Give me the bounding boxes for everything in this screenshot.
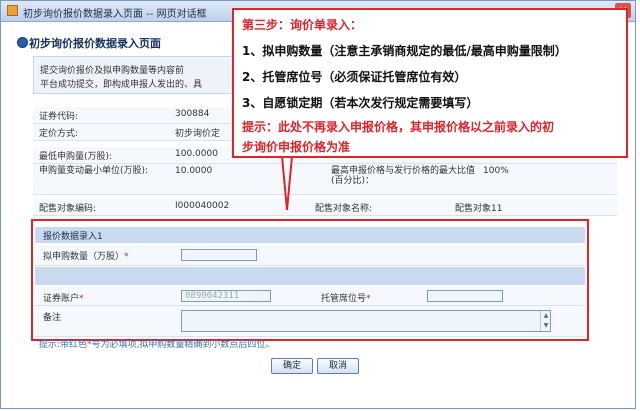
callout-pointer bbox=[280, 155, 294, 211]
callout-item-3: 3、自愿锁定期（若本次发行规定需要填写） bbox=[242, 96, 479, 110]
callout-item-2: 2、托管席位号（必须保证托管席位有效） bbox=[242, 70, 467, 84]
callout-tip-line-2: 步询价申报价格为准 bbox=[242, 140, 351, 154]
callout-step-title: 第三步：询价单录入： bbox=[242, 18, 363, 32]
callout-item-1: 1、拟申购数量（注意主承销商规定的最低/最高申购量限制） bbox=[242, 44, 567, 58]
step-callout: 第三步：询价单录入： 1、拟申购数量（注意主承销商规定的最低/最高申购量限制） … bbox=[232, 8, 628, 158]
callout-tip-line-1: 提示：此处不再录入申报价格，其申报价格以之前录入的初 bbox=[242, 120, 555, 134]
